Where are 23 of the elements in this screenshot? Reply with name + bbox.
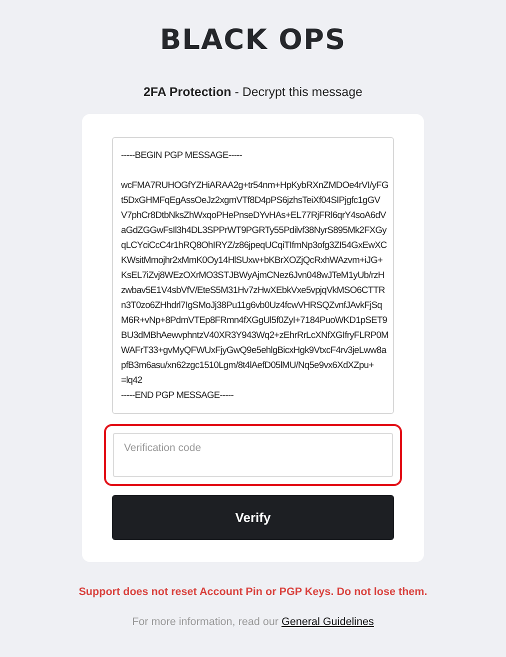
message-line: qLCYciCcC4r1hRQ8OhIRYZ/z86jpeqUCqiTIfmNp3ofg3ZI54GxEwXC: [121, 239, 388, 252]
message-line: WAFrT33+gvMyQFWUxFjyGwQ9e5ehlgBicxHgk9VtxcF4rv3jeLww8a: [121, 344, 388, 357]
message-line: V7phCr8DtbNksZhWxqoPHePnseDYvHAs+EL77RjFRl6qrY4soA6dV: [121, 209, 387, 222]
warning-text: Support does not reset Account Pin or PGP Keys. Do not lose them.: [78, 586, 428, 598]
verify-button[interactable]: Verify: [112, 495, 394, 540]
message-line: zwbav5E1V4sbVfV/EteS5M31Hv7zHwXEbkVxe5vpjqVkMSO6CTTR: [121, 284, 386, 297]
message-line: KWsitMmojhr2xMmK0Oy14HlSUxw+bKBrXOZjQcRxhWAzvm+iJG+: [121, 254, 384, 267]
message-footer: -----END PGP MESSAGE-----: [121, 388, 393, 403]
message-line: wcFMA7RUHOGfYZHiARAA2g+tr54nm+HpKybRXnZMDOe4rVI/yFG: [121, 179, 390, 192]
message-line: BU3dMBhAewvphntzV40XR3Y943Wq2+zEhrRrLcXNfXGIfryFLRP0M: [121, 329, 390, 342]
message-header: -----BEGIN PGP MESSAGE-----: [121, 149, 244, 162]
message-line: KsEL7iZvj8WEzOXrMO3STJBWyAjmCNez6Jvn048wJTeM1yUb/rzH: [121, 269, 386, 282]
verification-code-field[interactable]: Verification code: [113, 433, 393, 477]
logo: BLACK OPS: [160, 24, 346, 56]
message-line: pfB3m6asu/xn62zgc1510Lgm/8t4lAefD05lMU/Nq5e9vx6XdXZpu+: [121, 359, 375, 372]
message-line: n3T0zo6ZHhdrl7IgSMoJj38Pu11g6vb0Uz4fcwVHRSQZvnfJAvkFjSq: [121, 299, 383, 312]
page-heading: 2FA Protection - Decrypt this message: [143, 84, 363, 100]
guidelines-link[interactable]: General Guidelines: [281, 616, 374, 628]
info-text: For more information, read our: [132, 616, 278, 628]
message-line: aGdZGGwFsIl3h4DL3SPPrWT9PGRTy55Pdilvf38NyrS895Mk2FXGy: [121, 224, 388, 237]
message-line: t5DxGHMFqEgAssOeJz2xgmVTf8D4pPS6jzhsTeiXf04SIPjgfc1gGV: [121, 194, 382, 207]
message-line: M6R+vNp+8PdmVTEp8FRmn4fXGgUl5f0ZyI+7184PuoWKD1pSET9: [121, 314, 388, 327]
message-line: =lq42: [121, 374, 144, 387]
